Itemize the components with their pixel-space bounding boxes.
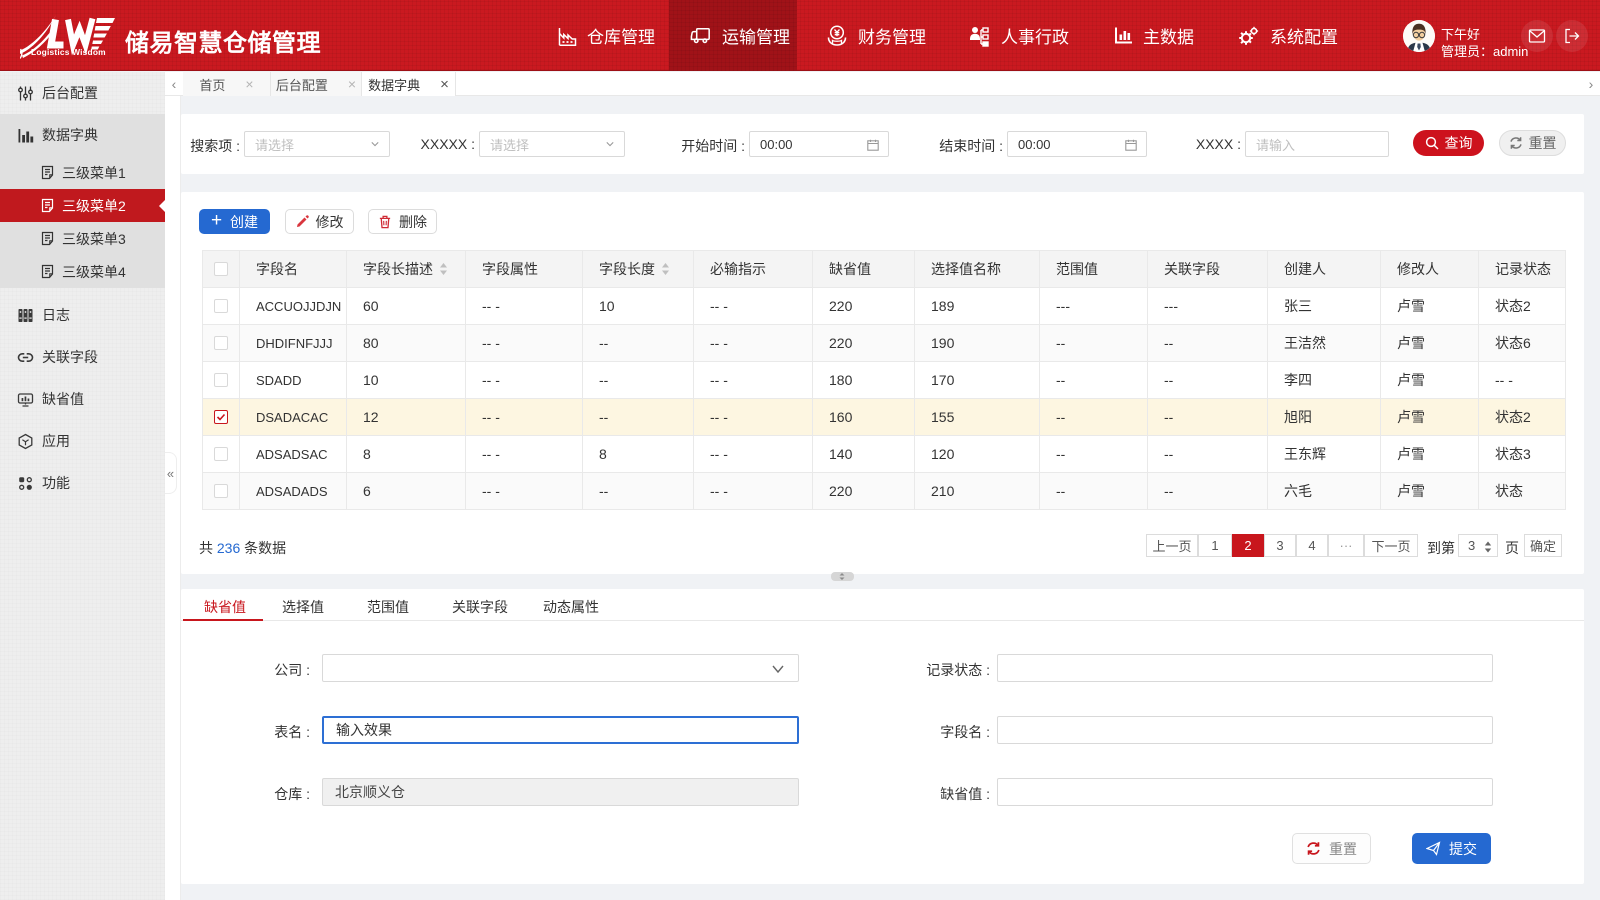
- svg-text:Logistics Wisdom: Logistics Wisdom: [31, 47, 106, 57]
